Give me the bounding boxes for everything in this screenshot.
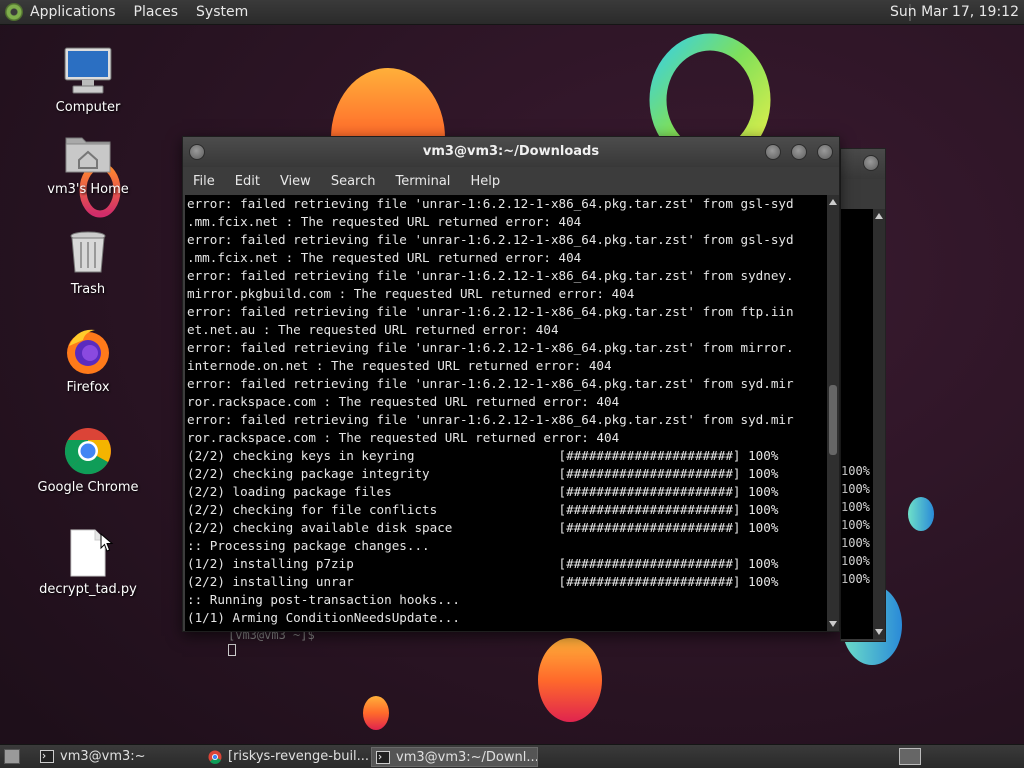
desktop-icon-label: vm3's Home	[47, 182, 129, 197]
task-label: vm3@vm3:~	[60, 749, 146, 764]
close-button[interactable]	[817, 144, 833, 160]
distro-logo-icon[interactable]	[5, 3, 23, 21]
taskbar: vm3@vm3:~ [riskys-revenge-buil... vm3@vm…	[0, 744, 1024, 768]
background-terminal-window[interactable]: 100% 100% 100% 100% 100% 100% 100%	[840, 148, 886, 642]
terminal-line: (1/1) Arming ConditionNeedsUpdate...	[187, 610, 460, 625]
terminal-icon	[40, 750, 54, 763]
computer-icon	[63, 46, 113, 96]
scrollbar-thumb[interactable]	[829, 385, 837, 455]
terminal-line: :: Running post-transaction hooks...	[187, 592, 460, 607]
terminal-line: internode.on.net : The requested URL ret…	[187, 358, 612, 373]
menu-help[interactable]: Help	[470, 174, 500, 189]
task-terminal-home[interactable]: vm3@vm3:~	[36, 747, 198, 767]
trash-icon	[63, 228, 113, 278]
desktop-icon-label: Trash	[70, 282, 106, 297]
terminal-line: (2/2) loading package files [###########…	[187, 484, 779, 499]
terminal-line: ror.rackspace.com : The requested URL re…	[187, 394, 620, 409]
terminal-line: (2/2) checking keys in keyring [########…	[187, 448, 779, 463]
terminal-menubar: File Edit View Search Terminal Help	[183, 167, 839, 195]
terminal-line: error: failed retrieving file 'unrar-1:6…	[187, 196, 794, 211]
background-terminal-scrollbar[interactable]	[873, 209, 885, 639]
progress-percent: 100%	[841, 554, 870, 568]
chrome-icon	[63, 426, 113, 476]
progress-percent: 100%	[841, 518, 870, 532]
show-desktop-icon[interactable]	[4, 749, 20, 764]
terminal-line: error: failed retrieving file 'unrar-1:6…	[187, 412, 794, 427]
progress-percent: 100%	[841, 500, 870, 514]
progress-percent: 100%	[841, 464, 870, 478]
desktop-icon-computer[interactable]: Computer	[33, 46, 143, 115]
terminal-titlebar[interactable]: vm3@vm3:~/Downloads	[183, 137, 839, 167]
menu-view[interactable]: View	[280, 174, 311, 189]
firefox-icon	[63, 326, 113, 376]
top-panel: Applications Places System Sun Mar 17, 1…	[0, 0, 1024, 25]
menu-terminal[interactable]: Terminal	[395, 174, 450, 189]
terminal-icon	[376, 751, 390, 764]
terminal-line: error: failed retrieving file 'unrar-1:6…	[187, 232, 794, 247]
window-menu-button[interactable]	[189, 144, 205, 160]
terminal-line: .mm.fcix.net : The requested URL returne…	[187, 250, 582, 265]
home-folder-icon	[63, 128, 113, 178]
task-label: [riskys-revenge-buil...	[228, 749, 368, 764]
progress-percent: 100%	[841, 482, 870, 496]
terminal-line: ror.rackspace.com : The requested URL re…	[187, 430, 620, 445]
desktop-icon-chrome[interactable]: Google Chrome	[33, 426, 143, 495]
minimize-button[interactable]	[765, 144, 781, 160]
terminal-window[interactable]: vm3@vm3:~/Downloads File Edit View Searc…	[182, 136, 840, 632]
desktop-icon-home[interactable]: vm3's Home	[33, 128, 143, 197]
task-chrome[interactable]: [riskys-revenge-buil...	[204, 747, 368, 767]
workspace-switcher[interactable]	[899, 748, 921, 765]
desktop-icon-decrypt-script[interactable]: decrypt_tad.py	[33, 528, 143, 597]
terminal-line: error: failed retrieving file 'unrar-1:6…	[187, 268, 794, 283]
terminal-line: (2/2) checking for file conflicts [#####…	[187, 502, 779, 517]
desktop-icon-label: decrypt_tad.py	[39, 582, 137, 597]
terminal-line: (2/2) checking available disk space [###…	[187, 520, 779, 535]
desktop-icon-label: Computer	[55, 100, 121, 115]
mouse-pointer-icon	[100, 533, 114, 552]
chrome-icon	[208, 750, 222, 764]
desktop-icon-label: Firefox	[66, 380, 110, 395]
scroll-down-arrow-icon[interactable]	[829, 621, 837, 627]
terminal-line: error: failed retrieving file 'unrar-1:6…	[187, 340, 794, 355]
terminal-line: error: failed retrieving file 'unrar-1:6…	[187, 376, 794, 391]
scroll-up-arrow-icon[interactable]	[829, 199, 837, 205]
desktop-icon-firefox[interactable]: Firefox	[33, 326, 143, 395]
menu-places[interactable]: Places	[134, 0, 179, 25]
maximize-button[interactable]	[863, 155, 879, 171]
desktop-icon-label: Google Chrome	[37, 480, 139, 495]
background-terminal-output: 100% 100% 100% 100% 100% 100% 100%	[841, 209, 873, 639]
terminal-output[interactable]: error: failed retrieving file 'unrar-1:6…	[185, 195, 827, 631]
progress-percent: 100%	[841, 536, 870, 550]
terminal-text: error: failed retrieving file 'unrar-1:6…	[185, 195, 827, 627]
terminal-line: :: Processing package changes...	[187, 538, 430, 553]
task-terminal-downloads[interactable]: vm3@vm3:~/Downl...	[371, 747, 538, 767]
terminal-scrollbar[interactable]	[827, 195, 839, 631]
terminal-line: .mm.fcix.net : The requested URL returne…	[187, 214, 582, 229]
terminal-line: et.net.au : The requested URL returned e…	[187, 322, 559, 337]
terminal-line: mirror.pkgbuild.com : The requested URL …	[187, 286, 635, 301]
desktop-icon-trash[interactable]: Trash	[33, 228, 143, 297]
task-label: vm3@vm3:~/Downl...	[396, 750, 538, 765]
menu-search[interactable]: Search	[331, 174, 376, 189]
progress-percent: 100%	[841, 572, 870, 586]
maximize-button[interactable]	[791, 144, 807, 160]
menu-file[interactable]: File	[193, 174, 215, 189]
menu-applications[interactable]: Applications	[30, 0, 116, 25]
window-title: vm3@vm3:~/Downloads	[422, 144, 600, 159]
menu-system[interactable]: System	[196, 0, 248, 25]
terminal-line: (1/2) installing p7zip [################…	[187, 556, 779, 571]
terminal-line: (2/2) installing unrar [################…	[187, 574, 779, 589]
terminal-line: (2/2) checking package integrity [######…	[187, 466, 779, 481]
terminal-line: error: failed retrieving file 'unrar-1:6…	[187, 304, 794, 319]
background-terminal-titlebar[interactable]	[841, 149, 885, 179]
menu-edit[interactable]: Edit	[235, 174, 260, 189]
clock[interactable]: Sun Mar 17, 19:12	[890, 0, 1019, 25]
